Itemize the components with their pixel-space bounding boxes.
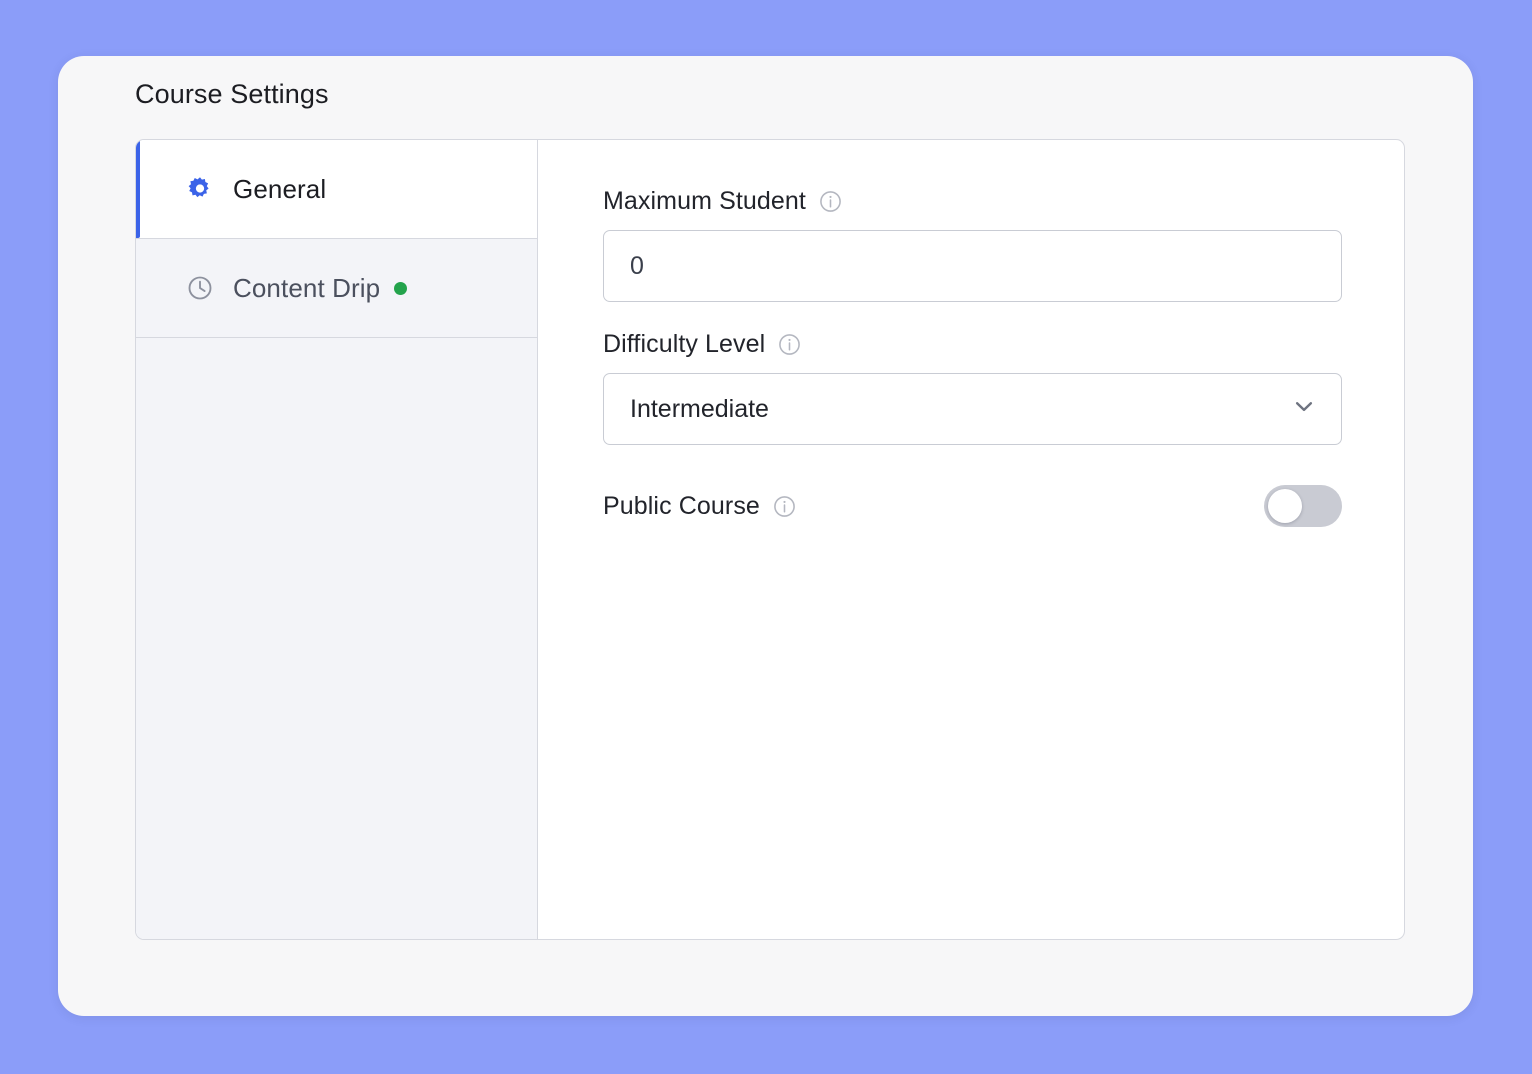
public-course-row: Public Course — [603, 485, 1342, 527]
chevron-down-icon — [1289, 391, 1319, 428]
maximum-student-input[interactable]: 0 — [603, 230, 1342, 302]
field-label-text: Difficulty Level — [603, 330, 765, 359]
gear-icon — [185, 174, 215, 204]
public-course-label: Public Course — [603, 492, 797, 521]
field-label-text: Public Course — [603, 492, 760, 521]
page-title: Course Settings — [135, 76, 329, 112]
difficulty-level-label: Difficulty Level — [603, 330, 1342, 359]
info-circle-icon[interactable] — [772, 494, 797, 519]
info-circle-icon[interactable] — [777, 332, 802, 357]
green-status-dot — [394, 282, 407, 295]
sidebar-item-label: Content Drip — [233, 273, 380, 304]
course-settings-card: Course Settings General — [58, 56, 1473, 1016]
maximum-student-value: 0 — [630, 252, 644, 281]
settings-sidebar: General Content Drip — [136, 140, 538, 939]
clock-icon — [185, 273, 215, 303]
sidebar-item-general[interactable]: General — [136, 140, 537, 239]
sidebar-item-content-drip[interactable]: Content Drip — [136, 239, 537, 338]
settings-content: Maximum Student 0 Difficulty Level — [538, 140, 1405, 939]
maximum-student-label: Maximum Student — [603, 187, 1342, 216]
difficulty-level-select[interactable]: Intermediate — [603, 373, 1342, 445]
field-label-text: Maximum Student — [603, 187, 806, 216]
settings-panel: General Content Drip Maximum Student — [135, 139, 1405, 940]
public-course-toggle[interactable] — [1264, 485, 1342, 527]
sidebar-item-label: General — [233, 174, 326, 205]
info-circle-icon[interactable] — [818, 189, 843, 214]
toggle-knob — [1268, 489, 1302, 523]
difficulty-level-value: Intermediate — [630, 395, 769, 424]
